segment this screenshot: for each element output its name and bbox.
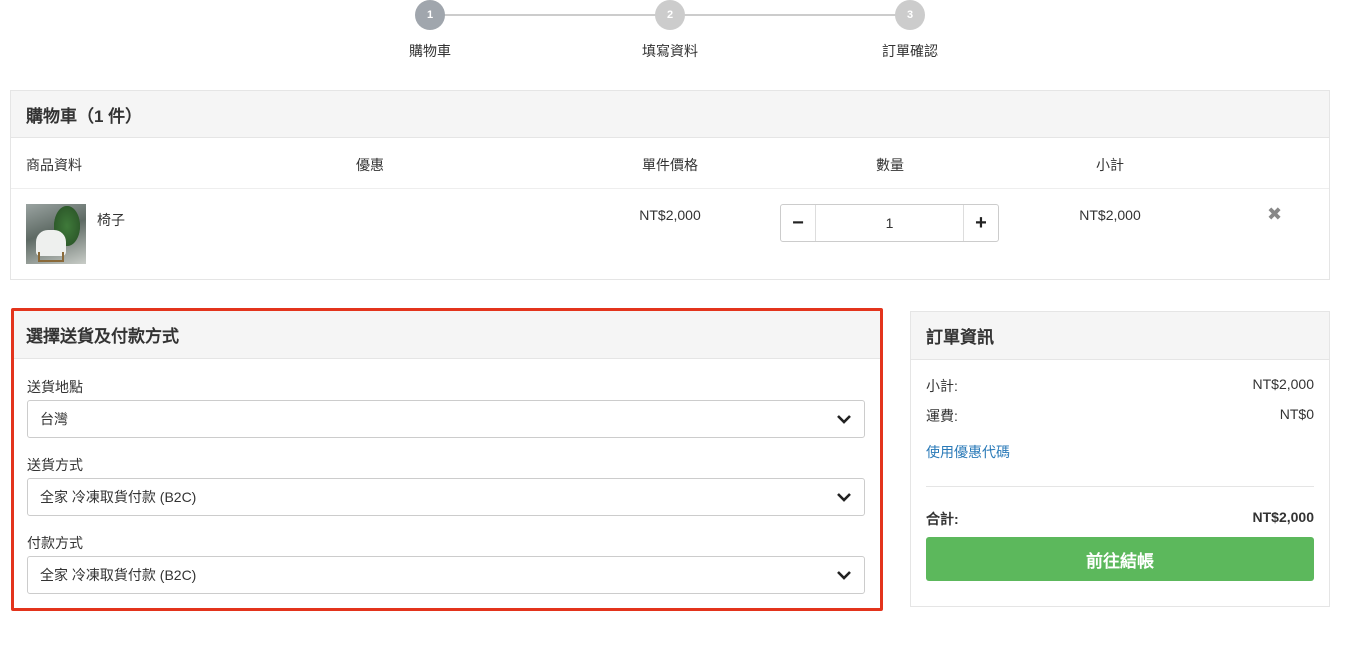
quantity-stepper: − 1 + [780,204,999,242]
summary-total-value: NT$2,000 [1252,509,1314,525]
item-subtotal: NT$2,000 [1079,207,1141,223]
product-thumbnail[interactable] [26,204,86,264]
order-summary-panel: 訂單資訊 小計: NT$2,000 運費: NT$0 使用優惠代碼 合計: NT… [910,311,1330,607]
summary-subtotal-label: 小計: [926,378,958,394]
summary-shipping-label: 運費: [926,408,958,424]
summary-shipping-row: 運費: NT$0 [926,406,1314,426]
remove-item-icon[interactable]: ✖ [1267,204,1282,225]
checkout-steps: 1 2 3 購物車 填寫資料 訂單確認 [0,0,1346,70]
unit-price: NT$2,000 [639,207,701,223]
location-label: 送貨地點 [27,379,83,395]
shipping-method-value: 全家 冷凍取貨付款 (B2C) [40,489,197,505]
summary-divider [926,486,1314,487]
shipping-title: 選擇送貨及付款方式 [14,311,880,359]
cart-panel: 購物車（1 件） 商品資料 優惠 單件價格 數量 小計 椅子 NT$2,000 … [10,90,1330,280]
summary-subtotal-row: 小計: NT$2,000 [926,376,1314,396]
chevron-down-icon [837,571,851,580]
summary-total-row: 合計: NT$2,000 [926,509,1314,529]
qty-input[interactable]: 1 [815,205,964,241]
summary-title: 訂單資訊 [911,312,1329,360]
chevron-down-icon [837,415,851,424]
shipping-method-label: 送貨方式 [27,457,83,473]
coupon-link[interactable]: 使用優惠代碼 [926,442,1010,462]
payment-method-select[interactable]: 全家 冷凍取貨付款 (B2C) [27,556,865,594]
summary-shipping-value: NT$0 [1279,406,1314,422]
step-1-label: 購物車 [409,43,451,59]
cart-column-headers: 商品資料 優惠 單件價格 數量 小計 [11,138,1329,189]
step-3-circle: 3 [895,0,925,30]
summary-total-label: 合計: [926,511,959,527]
shipping-method-select[interactable]: 全家 冷凍取貨付款 (B2C) [27,478,865,516]
cart-item-row: 椅子 NT$2,000 − 1 + NT$2,000 ✖ [11,189,1329,279]
location-select[interactable]: 台灣 [27,400,865,438]
checkout-button[interactable]: 前往結帳 [926,537,1314,581]
step-2-label: 填寫資料 [642,43,698,59]
step-1-circle: 1 [415,0,445,30]
shipping-payment-panel: 選擇送貨及付款方式 送貨地點 台灣 送貨方式 全家 冷凍取貨付款 (B2C) 付… [11,308,883,611]
col-discount: 優惠 [356,157,384,173]
col-subtotal: 小計 [1096,157,1124,173]
step-3-label: 訂單確認 [882,43,938,59]
col-unit-price: 單件價格 [642,157,698,173]
qty-minus-button[interactable]: − [781,205,815,241]
qty-plus-button[interactable]: + [964,205,998,241]
summary-subtotal-value: NT$2,000 [1252,376,1314,392]
product-name[interactable]: 椅子 [97,210,125,230]
step-2-circle: 2 [655,0,685,30]
col-product: 商品資料 [26,157,82,173]
payment-method-label: 付款方式 [27,535,83,551]
location-value: 台灣 [40,411,68,427]
payment-method-value: 全家 冷凍取貨付款 (B2C) [40,567,197,583]
cart-title: 購物車（1 件） [11,91,1329,138]
chevron-down-icon [837,493,851,502]
col-quantity: 數量 [876,157,904,173]
